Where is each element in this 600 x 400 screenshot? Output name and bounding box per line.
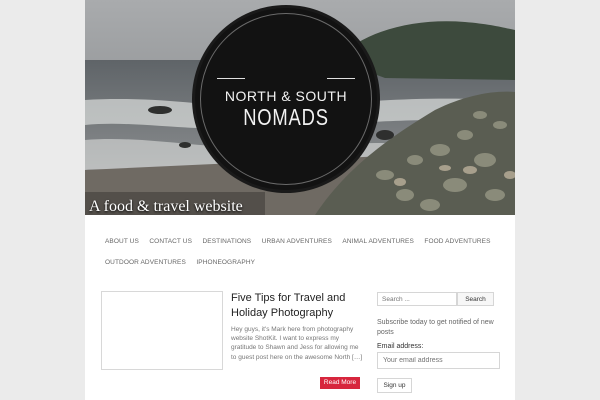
email-field[interactable]: [377, 352, 500, 369]
search-button[interactable]: Search: [457, 292, 494, 306]
post-title[interactable]: Five Tips for Travel and Holiday Photogr…: [231, 291, 371, 321]
subscribe-heading: Subscribe today to get notified of new p…: [377, 319, 494, 336]
header-image[interactable]: NORTH & SOUTH NOMADS A food & travel web…: [85, 0, 515, 215]
site-tagline: A food & travel website: [89, 198, 243, 215]
nav-item-urban-adventures[interactable]: URBAN ADVENTURES: [262, 238, 332, 245]
nav-item-contact-us[interactable]: CONTACT US: [149, 238, 192, 245]
read-more-button[interactable]: Read More: [320, 377, 360, 389]
email-label: Email address:: [377, 343, 424, 350]
logo-rule-right: [327, 78, 355, 79]
nav-item-food-adventures[interactable]: FOOD ADVENTURES: [424, 238, 490, 245]
nav-item-outdoor-adventures[interactable]: OUTDOOR ADVENTURES: [105, 259, 186, 266]
nav-row-1: ABOUT US CONTACT US DESTINATIONS URBAN A…: [105, 230, 497, 248]
nav-item-destinations[interactable]: DESTINATIONS: [202, 238, 251, 245]
nav-item-iphoneography[interactable]: IPHONEOGRAPHY: [196, 259, 255, 266]
search-input[interactable]: [377, 292, 457, 306]
post-excerpt: Hey guys, it's Mark here from photograph…: [231, 326, 363, 361]
nav-row-2: OUTDOOR ADVENTURES IPHONEOGRAPHY: [105, 251, 261, 269]
logo-text-top: NORTH & SOUTH: [224, 88, 348, 104]
post-thumbnail[interactable]: [101, 291, 223, 370]
nav-item-about-us[interactable]: ABOUT US: [105, 238, 139, 245]
page-container: NORTH & SOUTH NOMADS A food & travel web…: [85, 0, 515, 400]
site-logo[interactable]: NORTH & SOUTH NOMADS: [195, 8, 377, 190]
logo-rule-left: [217, 78, 245, 79]
nav-item-animal-adventures[interactable]: ANIMAL ADVENTURES: [342, 238, 414, 245]
logo-text-main: NOMADS: [243, 104, 329, 130]
sign-up-button[interactable]: Sign up: [377, 378, 412, 393]
